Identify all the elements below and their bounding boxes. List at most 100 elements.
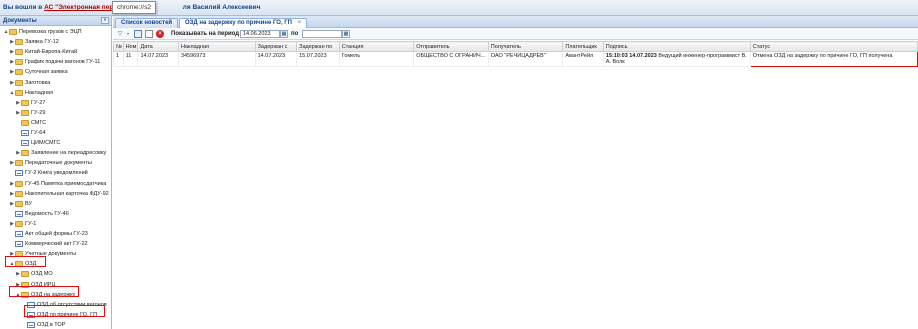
col-signature[interactable]: Подпись	[602, 41, 751, 52]
close-icon[interactable]: ×	[298, 20, 302, 26]
tree-item[interactable]: ЦИМ/СМГС	[15, 138, 60, 148]
col-sender[interactable]: Отправитель	[413, 41, 489, 52]
col-payer[interactable]: Плательщик	[562, 41, 604, 52]
folder-icon	[21, 109, 29, 116]
tree-item[interactable]: ▲ Перевозка грузов с ЭЦП	[3, 27, 82, 37]
document-icon	[15, 231, 23, 237]
col-num[interactable]: №	[113, 41, 124, 52]
documents-grid: № Ном Дата Накладная Задержан с Задержан…	[113, 41, 918, 67]
cell-payer: АвантРейл	[562, 51, 604, 67]
tab-strip: Список новостей ОЗД на задержку по причи…	[113, 16, 918, 29]
tree-item[interactable]: ▲ Накладная	[9, 88, 53, 98]
col-station[interactable]: Станция	[338, 41, 415, 52]
tree-item[interactable]: ▶ ОЗД МО	[15, 269, 53, 279]
tree-item[interactable]: ▶ ГУ-1	[9, 219, 36, 229]
col-receiver[interactable]: Получатель	[487, 41, 564, 52]
tree-item-label: Ведомость ГУ-46	[25, 210, 69, 217]
col-held-to[interactable]: Задержан по	[296, 41, 340, 52]
tree-item[interactable]: ▶ Заявка ГУ-12	[9, 37, 59, 47]
folder-icon	[21, 119, 29, 126]
tab-ozd-label: ОЗД на задержку по причине ГО, ГП	[185, 20, 292, 26]
tree-item[interactable]: СМГС	[15, 118, 46, 128]
tree-item-label: ОЗД МО	[31, 271, 53, 278]
tree-item[interactable]: ▶ ГУ-45 Памятка приемосдатчика	[9, 179, 106, 189]
col-status[interactable]: Статус	[749, 41, 918, 52]
document-icon	[21, 140, 29, 147]
col-waybill[interactable]: Накладная	[177, 41, 256, 52]
tree-item-label: Заготовка	[25, 79, 51, 86]
tree-item[interactable]: ГУ-64	[15, 128, 45, 138]
document-icon[interactable]	[145, 30, 153, 38]
tree-item[interactable]: ОЗД в ТОР	[21, 320, 65, 329]
tree-item[interactable]: ▶ ГУ-29	[15, 108, 45, 118]
filter-dropdown-icon[interactable]: ▾	[124, 30, 132, 38]
folder-icon	[15, 180, 23, 187]
panel-header: Документы «	[0, 16, 111, 26]
tree-item[interactable]: ▶ Накопительная карточка ФДУ-92	[9, 189, 109, 199]
cell-num: 1	[113, 51, 124, 67]
document-icon	[15, 170, 23, 177]
calendar-icon-2[interactable]: ▦	[342, 30, 350, 38]
delete-icon[interactable]: ×	[156, 30, 164, 38]
tab-news-label: Список новостей	[121, 20, 173, 26]
login-prefix: Вы вошли в	[3, 4, 43, 11]
tree-item[interactable]: ▶ Заявление на переадресовку	[15, 148, 106, 158]
system-link[interactable]: АС "Электронная перев	[44, 4, 121, 11]
col-held-from[interactable]: Задержан с	[254, 41, 298, 52]
tree-item[interactable]: ▶ График подачи вагонов ГУ-11	[9, 57, 100, 67]
documents-panel: Документы « ▲ Перевозка грузов с ЭЦП ▶ Заяв…	[0, 16, 112, 329]
url-tooltip: chrome://s2	[112, 1, 156, 14]
tree-item-label: Накладная	[25, 89, 54, 96]
user-name: ля Василий Алексеевич	[182, 4, 261, 11]
edit-icon[interactable]	[134, 30, 142, 38]
tree-item-label: ВУ	[25, 200, 32, 207]
tree-item[interactable]: Ведомость ГУ-46	[9, 209, 69, 219]
panel-title: Документы	[3, 18, 37, 24]
folder-icon	[15, 49, 23, 56]
tree-item[interactable]: Коммерческий акт ГУ-22	[9, 239, 88, 249]
cell-held-from: 14.07.2023	[254, 51, 298, 67]
tree-item[interactable]: ▶ ВУ	[9, 199, 32, 209]
folder-icon	[21, 271, 29, 278]
tree-item[interactable]: ▶ Заготовка	[9, 78, 50, 88]
filter-icon[interactable]: ▽	[116, 30, 124, 38]
cell-held-to: 15.07.2023	[296, 51, 340, 67]
col-nom[interactable]: Ном	[122, 41, 139, 52]
tree-item-label: ГУ-29	[31, 109, 46, 116]
folder-icon	[9, 29, 17, 35]
tree-item-label: Заявка ГУ-12	[25, 39, 59, 46]
document-icon	[27, 321, 35, 328]
date-from-input[interactable]: 14.06.2023	[240, 30, 280, 38]
tree-item-label: Китай-Европа-Китай	[25, 49, 78, 56]
collapse-icon[interactable]: «	[101, 17, 109, 24]
cell-date: 14.07.2023	[137, 51, 179, 67]
tree-item[interactable]: ▶ ГУ-27	[15, 98, 45, 108]
tree-item-label: Суточная заявка	[25, 69, 68, 76]
col-date[interactable]: Дата	[137, 41, 179, 52]
tree-item[interactable]: ▶ Китай-Европа-Китай	[9, 47, 77, 57]
calendar-icon[interactable]: ▦	[280, 30, 288, 38]
cell-nom: 11	[122, 51, 139, 67]
highlight-ozd-go-gp	[24, 305, 105, 317]
cell-receiver: ОАО "РЕЧИЦАДРЕВ"	[487, 51, 564, 67]
tree-item-label: ГУ-27	[31, 99, 46, 106]
table-row[interactable]: 1 11 14.07.2023 34596973 14.07.2023 15.0…	[113, 51, 918, 67]
tree-item[interactable]: ▶ Передаточные документы	[9, 158, 92, 168]
tree-item-label: ОЗД в ТОР	[37, 321, 66, 328]
tab-news-list[interactable]: Список новостей	[115, 18, 179, 28]
folder-icon	[15, 89, 23, 96]
folder-icon	[15, 39, 23, 46]
tree-item-label: Накопительная карточка ФДУ-92	[25, 190, 109, 197]
cell-sender: ОБЩЕСТВО С ОГРАНИЧ...	[413, 51, 489, 67]
document-icon	[21, 130, 29, 136]
highlight-ozd	[5, 256, 46, 267]
to-label: по	[291, 31, 299, 37]
cell-signature: 15:10:03 14.07.2023 Ведущий инженер-прог…	[602, 51, 751, 67]
tree-item[interactable]: ГУ-2 Книга уведомлений	[9, 168, 88, 178]
date-to-input[interactable]	[302, 30, 342, 38]
folder-icon	[15, 59, 23, 66]
tree-item-label: СМГС	[31, 119, 47, 126]
tree-item[interactable]: Акт общей формы ГУ-23	[9, 229, 88, 239]
folder-icon	[15, 200, 23, 207]
tree-item[interactable]: ▶ Суточная заявка	[9, 67, 68, 77]
